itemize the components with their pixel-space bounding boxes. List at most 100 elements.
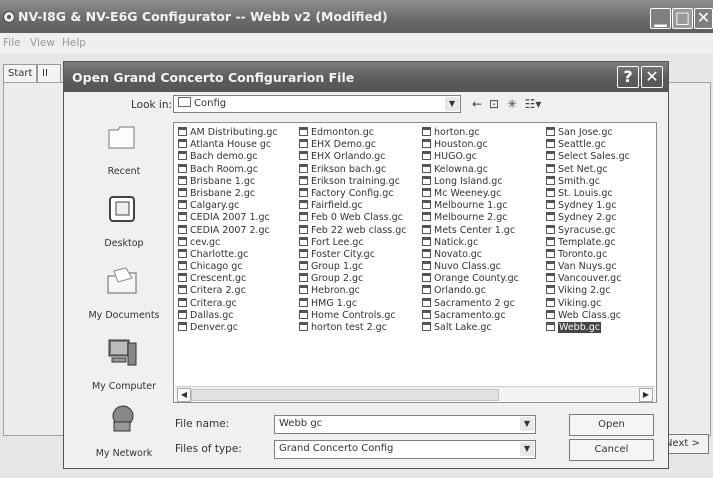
file-item[interactable]: horton test 2.gc: [297, 322, 406, 334]
file-item[interactable]: Vancouver.gc: [544, 273, 630, 285]
cancel-button[interactable]: Cancel: [569, 439, 654, 461]
file-item[interactable]: cev.gc: [176, 236, 278, 249]
file-item[interactable]: Sacramento.gc: [420, 309, 519, 322]
place-my-documents[interactable]: My Documents: [84, 266, 164, 328]
file-item[interactable]: Critera.gc: [176, 297, 278, 310]
file-item[interactable]: Hebron.gc: [297, 285, 406, 297]
file-item[interactable]: Syracuse.gc: [544, 224, 630, 237]
file-item[interactable]: Critera 2.gc: [176, 285, 278, 297]
chevron-down-icon[interactable]: ▼: [520, 417, 534, 431]
file-item[interactable]: Van Nuys.gc: [544, 261, 630, 273]
file-item[interactable]: Orange County.gc: [420, 273, 519, 285]
minimize-button[interactable]: ▁: [650, 8, 671, 29]
file-name-input[interactable]: Webb gc ▼: [274, 415, 536, 434]
file-item[interactable]: Orlando.gc: [420, 285, 519, 297]
file-item[interactable]: Charlotte.gc: [176, 248, 278, 261]
file-item[interactable]: Viking.gc: [544, 297, 630, 310]
file-item[interactable]: Calgary.gc: [176, 200, 278, 212]
dialog-close-button[interactable]: ✕: [641, 66, 663, 88]
chevron-down-icon[interactable]: ▼: [520, 442, 534, 456]
place-my-network[interactable]: My Network: [84, 404, 164, 466]
look-in-dropdown[interactable]: Config ▼: [173, 95, 461, 113]
menu-view[interactable]: View: [30, 37, 55, 49]
file-item[interactable]: CEDIA 2007 2.gc: [176, 224, 278, 237]
file-item[interactable]: Erikson training.gc: [297, 175, 406, 188]
file-item[interactable]: horton.gc: [420, 127, 519, 139]
file-item[interactable]: Template.gc: [544, 236, 630, 249]
file-item[interactable]: Denver.gc: [176, 322, 278, 334]
file-item[interactable]: Sydney 1.gc: [544, 200, 630, 212]
scroll-right-icon[interactable]: ▶: [639, 388, 653, 402]
file-item[interactable]: Atlanta House gc: [176, 139, 278, 151]
place-recent[interactable]: Recent: [84, 122, 164, 184]
file-item[interactable]: Houston.gc: [420, 139, 519, 151]
menu-file[interactable]: File: [3, 37, 21, 49]
file-item[interactable]: AM Distributing.gc: [176, 127, 278, 139]
scroll-thumb[interactable]: [191, 389, 499, 401]
file-item[interactable]: Fairfield.gc: [297, 200, 406, 212]
file-item[interactable]: Web Class.gc: [544, 309, 630, 322]
file-item[interactable]: Melbourne 2.gc: [420, 212, 519, 224]
back-icon[interactable]: ←: [469, 97, 485, 113]
file-item[interactable]: Foster City.gc: [297, 248, 406, 261]
file-item[interactable]: Brisbane 1.gc: [176, 175, 278, 188]
file-item[interactable]: Feb 0 Web Class.gc: [297, 212, 406, 224]
file-item[interactable]: Kelowna.gc: [420, 163, 519, 176]
file-item[interactable]: Sacramento 2 gc: [420, 297, 519, 310]
file-item[interactable]: Factory Config.gc: [297, 187, 406, 200]
file-item[interactable]: Chicago gc: [176, 261, 278, 273]
file-item[interactable]: Feb 22 web class.gc: [297, 224, 406, 237]
file-item[interactable]: Toronto.gc: [544, 248, 630, 261]
file-item[interactable]: Fort Lee.gc: [297, 236, 406, 249]
file-item[interactable]: HMG 1.gc: [297, 297, 406, 310]
file-item[interactable]: Erikson bach.gc: [297, 163, 406, 176]
new-folder-icon[interactable]: ✳: [504, 97, 520, 113]
file-item[interactable]: Mc Weeney.gc: [420, 187, 519, 200]
tab-start[interactable]: Start: [3, 64, 37, 82]
file-item[interactable]: Natick.gc: [420, 236, 519, 249]
file-item[interactable]: Brisbane 2.gc: [176, 187, 278, 200]
file-item[interactable]: EHX Orlando.gc: [297, 151, 406, 163]
file-item[interactable]: San Jose.gc: [544, 127, 630, 139]
file-icon: [422, 322, 431, 331]
file-item[interactable]: Group 2.gc: [297, 273, 406, 285]
file-item[interactable]: Nuvo Class.gc: [420, 261, 519, 273]
file-item[interactable]: Bach Room.gc: [176, 163, 278, 176]
file-item[interactable]: Salt Lake.gc: [420, 322, 519, 334]
place-desktop[interactable]: Desktop: [84, 194, 164, 256]
file-item[interactable]: Seattle.gc: [544, 139, 630, 151]
file-item[interactable]: Long Island.gc: [420, 175, 519, 188]
my-network-icon: [112, 405, 134, 432]
help-button[interactable]: ?: [617, 66, 639, 88]
file-item[interactable]: Webb.gc: [544, 322, 630, 334]
file-item[interactable]: Mets Center 1.gc: [420, 224, 519, 237]
scroll-left-icon[interactable]: ◀: [177, 388, 191, 402]
file-item[interactable]: Smith.gc: [544, 175, 630, 188]
file-item[interactable]: Crescent.gc: [176, 273, 278, 285]
file-item[interactable]: Viking 2.gc: [544, 285, 630, 297]
file-item[interactable]: HUGO.gc: [420, 151, 519, 163]
menu-help[interactable]: Help: [62, 37, 86, 49]
file-item[interactable]: Edmonton.gc: [297, 127, 406, 139]
file-item[interactable]: CEDIA 2007 1.gc: [176, 212, 278, 224]
maximize-button[interactable]: □: [672, 8, 693, 29]
file-item[interactable]: Dallas.gc: [176, 309, 278, 322]
file-item[interactable]: Sydney 2.gc: [544, 212, 630, 224]
place-my-computer[interactable]: My Computer: [84, 337, 164, 399]
file-item[interactable]: Home Controls.gc: [297, 309, 406, 322]
horizontal-scrollbar[interactable]: ◀ ▶: [175, 386, 655, 402]
file-item[interactable]: EHX Demo.gc: [297, 139, 406, 151]
view-menu-icon[interactable]: ☷▾: [522, 97, 544, 113]
file-item[interactable]: Melbourne 1.gc: [420, 200, 519, 212]
file-item[interactable]: Select Sales.gc: [544, 151, 630, 163]
file-type-select[interactable]: Grand Concerto Config ▼: [274, 440, 536, 459]
file-item[interactable]: Group 1.gc: [297, 261, 406, 273]
tab-second[interactable]: II: [37, 64, 61, 82]
open-button[interactable]: Open: [569, 414, 654, 436]
close-button[interactable]: ✕: [694, 8, 713, 29]
up-folder-icon[interactable]: ⊡: [486, 97, 502, 113]
file-item[interactable]: Set Net.gc: [544, 163, 630, 176]
file-item[interactable]: Bach demo.gc: [176, 151, 278, 163]
file-item[interactable]: Novato.gc: [420, 248, 519, 261]
file-item[interactable]: St. Louis.gc: [544, 187, 630, 200]
